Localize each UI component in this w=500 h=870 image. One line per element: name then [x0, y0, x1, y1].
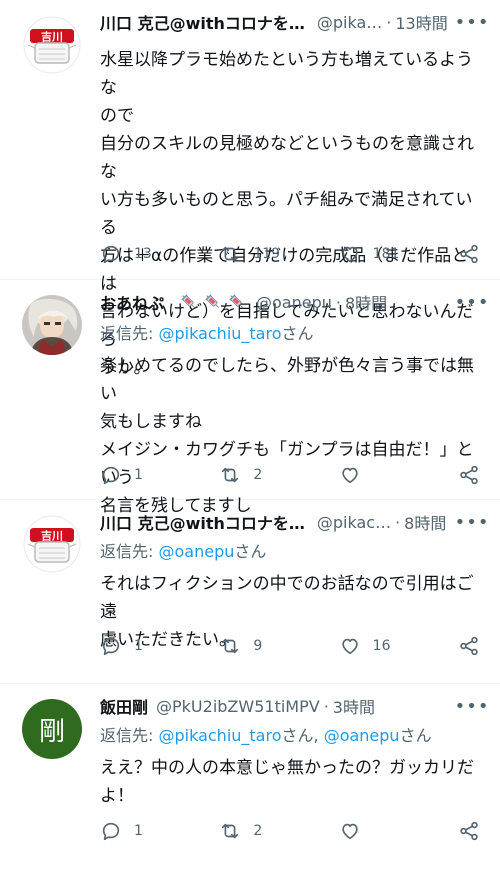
- retweet-count: 2: [253, 467, 263, 483]
- retweet-button[interactable]: 2: [219, 464, 329, 486]
- reply-to-line: 返信先: @pikachiu_taroさん: [100, 324, 314, 343]
- tweet[interactable]: 吉川 川口 克己@withコロナを… @pika… · 13時間 ••• 水星以…: [0, 0, 500, 378]
- more-icon[interactable]: •••: [455, 288, 489, 316]
- retweet-count: 2: [253, 823, 263, 839]
- like-button[interactable]: [339, 464, 449, 486]
- like-count: 16: [372, 638, 391, 654]
- tweet[interactable]: 吉川 川口 克己@withコロナを… @pikac… · 8時間 ••• 返信先…: [0, 500, 500, 684]
- name-emoji-group: [180, 293, 252, 311]
- like-icon: [341, 823, 358, 840]
- like-icon: [341, 638, 358, 655]
- reply-count: 1: [134, 467, 143, 483]
- retweet-button[interactable]: 119: [219, 243, 329, 265]
- display-name[interactable]: 飯田剛: [100, 694, 148, 718]
- badge-avatar-icon: 吉川: [22, 15, 82, 75]
- retweet-button[interactable]: 9: [219, 635, 329, 657]
- tweet-actions: 1 2: [100, 464, 480, 486]
- syringe-emoji: [181, 294, 196, 309]
- syringe-emoji: [205, 294, 220, 309]
- badge-avatar-icon: 吉川: [22, 514, 82, 574]
- tweet-actions: 1 2: [100, 820, 480, 842]
- reply-count: 1: [134, 823, 143, 839]
- retweet-count: 9: [253, 638, 263, 654]
- reply-count: 1: [134, 638, 143, 654]
- separator-dot: ·: [386, 12, 392, 32]
- tweet-text: 楽しめてるのでしたら、外野が色々言う事では無い 気もしますね メイジン・カワグチ…: [100, 356, 474, 516]
- more-icon[interactable]: •••: [455, 8, 489, 36]
- character-avatar-icon: [22, 295, 82, 355]
- share-icon: [460, 244, 478, 264]
- user-handle[interactable]: @oanepu: [256, 293, 332, 312]
- timestamp[interactable]: 13時間: [395, 10, 447, 34]
- timestamp[interactable]: 8時間: [345, 290, 387, 314]
- share-icon: [460, 636, 478, 656]
- like-button[interactable]: [339, 820, 449, 842]
- retweet-button[interactable]: 2: [219, 820, 329, 842]
- avatar[interactable]: 吉川: [22, 15, 82, 75]
- retweet-icon: [222, 823, 239, 839]
- svg-text:吉川: 吉川: [41, 30, 63, 44]
- timestamp[interactable]: 3時間: [333, 694, 375, 718]
- reply-to-line: 返信先: @pikachiu_taroさん, @oanepuさん: [100, 726, 432, 745]
- separator-dot: ·: [335, 292, 341, 312]
- like-button[interactable]: 16: [339, 635, 449, 657]
- share-button[interactable]: [458, 243, 480, 265]
- reply-count: 13: [134, 246, 152, 262]
- reply-icon: [102, 466, 120, 485]
- reply-button[interactable]: 13: [100, 243, 210, 265]
- user-handle[interactable]: @PkU2ibZW51tiMPV: [156, 697, 320, 716]
- like-count: 181: [372, 246, 400, 262]
- reply-to-line: 返信先: @oanepuさん: [100, 542, 267, 561]
- like-button[interactable]: 181: [339, 243, 449, 265]
- share-button[interactable]: [458, 464, 480, 486]
- tweet[interactable]: おあねぷ @oanepu · 8時間 ••• 返信先: @pikachiu_ta…: [0, 280, 500, 516]
- display-name[interactable]: 川口 克己@withコロナを…: [100, 10, 305, 34]
- tweet-text: ええ？中の人の本意じゃ無かったの？ガッカリだ よ！: [100, 758, 474, 806]
- more-icon[interactable]: •••: [455, 692, 489, 720]
- tweet[interactable]: 剛 飯田剛 @PkU2ibZW51tiMPV · 3時間 ••• 返信先: @p…: [0, 684, 500, 870]
- mention-link[interactable]: @oanepu: [158, 542, 234, 561]
- reply-icon: [102, 245, 120, 264]
- mention-link[interactable]: @oanepu: [324, 726, 400, 745]
- reply-button[interactable]: 1: [100, 820, 210, 842]
- mention-link[interactable]: @pikachiu_taro: [158, 726, 281, 745]
- like-icon: [341, 246, 358, 263]
- share-button[interactable]: [458, 820, 480, 842]
- reply-button[interactable]: 1: [100, 464, 210, 486]
- retweet-icon: [222, 638, 239, 654]
- timestamp[interactable]: 8時間: [404, 510, 446, 534]
- svg-text:吉川: 吉川: [41, 529, 63, 543]
- display-name[interactable]: おあねぷ: [100, 290, 164, 314]
- avatar-letter: 剛: [38, 716, 65, 747]
- reply-icon: [102, 637, 120, 656]
- tweet-actions: 13 119 181: [100, 243, 480, 265]
- avatar[interactable]: 剛: [22, 699, 82, 759]
- share-icon: [460, 465, 478, 485]
- reply-button[interactable]: 1: [100, 635, 210, 657]
- separator-dot: ·: [323, 696, 329, 716]
- tweet-actions: 1 9 16: [100, 635, 480, 657]
- share-icon: [460, 821, 478, 841]
- retweet-icon: [222, 246, 239, 262]
- like-icon: [341, 467, 358, 484]
- mention-link[interactable]: @pikachiu_taro: [158, 324, 281, 343]
- retweet-count: 119: [253, 246, 281, 262]
- avatar[interactable]: [22, 295, 82, 355]
- display-name[interactable]: 川口 克己@withコロナを…: [100, 510, 305, 534]
- more-icon[interactable]: •••: [455, 508, 489, 536]
- share-button[interactable]: [458, 635, 480, 657]
- avatar[interactable]: 吉川: [22, 514, 82, 574]
- retweet-icon: [222, 467, 239, 483]
- reply-icon: [102, 822, 120, 841]
- user-handle[interactable]: @pikac…: [317, 513, 391, 532]
- separator-dot: ·: [395, 512, 401, 532]
- syringe-emoji: [229, 294, 244, 309]
- user-handle[interactable]: @pika…: [317, 13, 382, 32]
